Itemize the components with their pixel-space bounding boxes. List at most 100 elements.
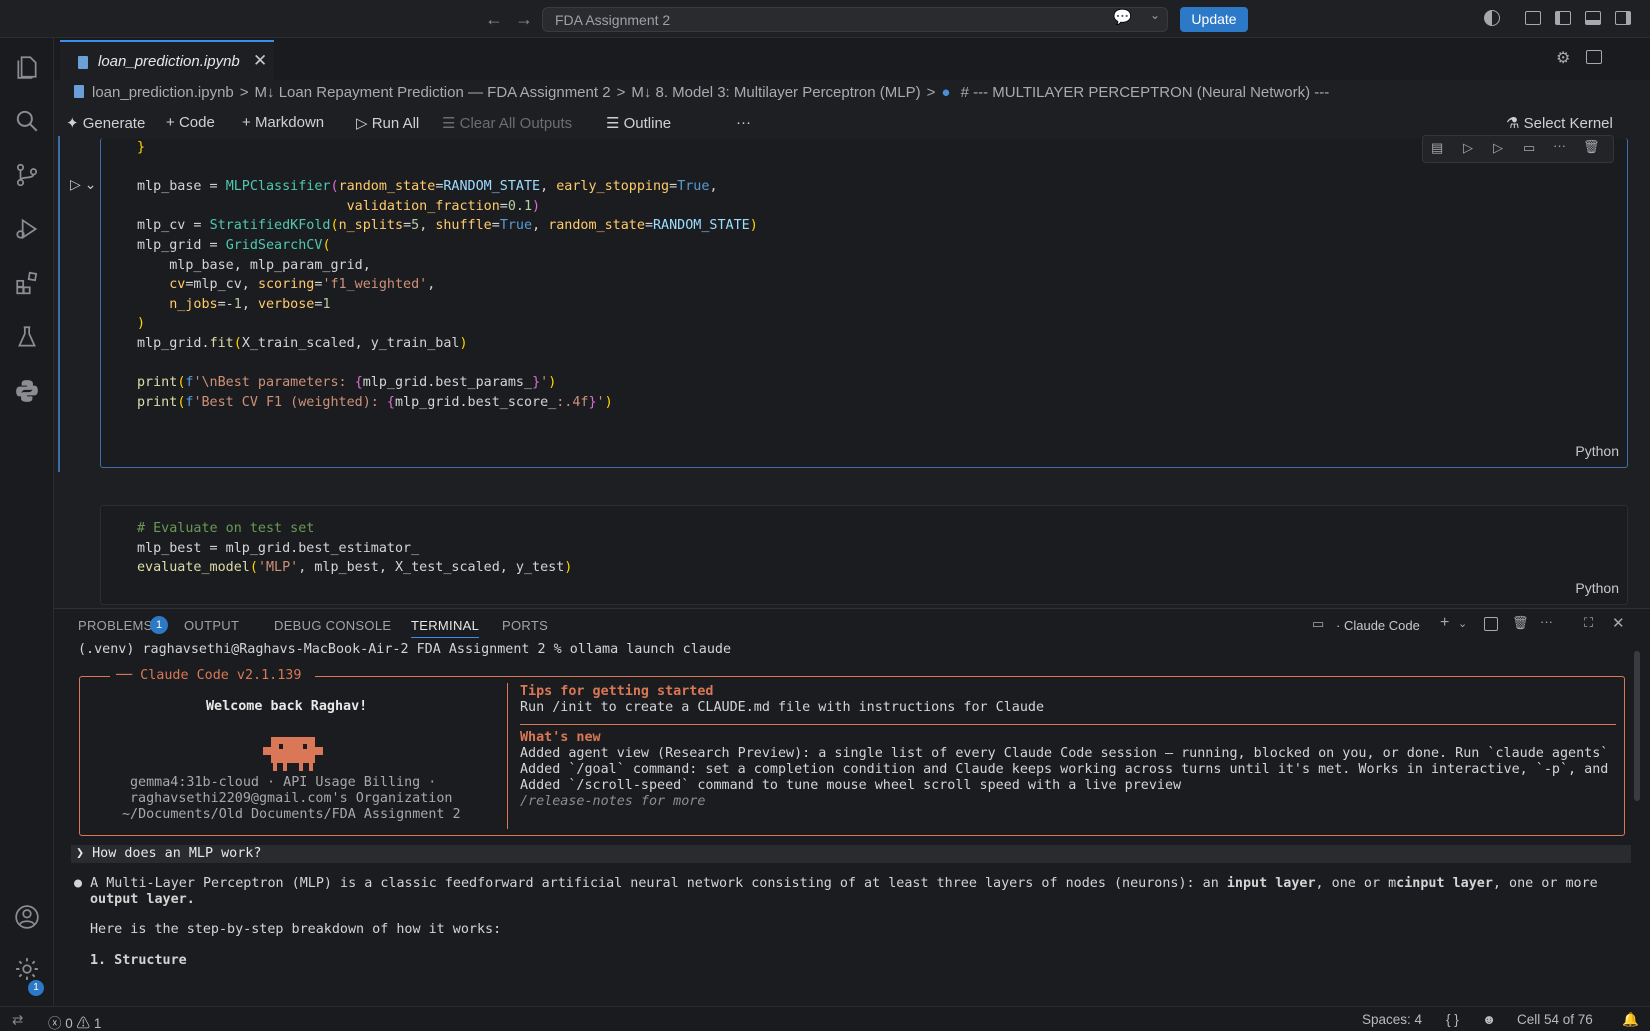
plus-icon: + — [242, 114, 251, 131]
tab-debug-console[interactable]: DEBUG CONSOLE — [274, 618, 391, 633]
notebook-file-icon — [74, 85, 84, 98]
tab-terminal[interactable]: TERMINAL — [411, 618, 480, 638]
update-button[interactable]: Update — [1180, 7, 1248, 32]
search-icon[interactable] — [14, 108, 40, 134]
breadcrumb-item[interactable]: loan_prediction.ipynb — [92, 84, 234, 101]
language-braces-icon[interactable]: { } — [1446, 1012, 1459, 1027]
account-model: gemma4:31b-cloud · API Usage Billing · — [130, 775, 437, 790]
outline-button[interactable]: ☰ Outline — [606, 114, 671, 132]
gear-icon[interactable]: ⚙ — [1556, 48, 1570, 68]
python-icon[interactable] — [14, 378, 40, 404]
list-icon: ☰ — [606, 115, 620, 132]
run-above-icon[interactable]: ▤ — [1431, 140, 1443, 156]
tab-ports[interactable]: PORTS — [502, 618, 548, 633]
answer-line: output layer. — [90, 892, 195, 907]
terminal-output[interactable]: (.venv) raghavsethi@Raghavs-MacBook-Air-… — [54, 641, 1650, 1007]
more-actions-button[interactable]: ··· — [736, 114, 751, 131]
toggle-panel-icon[interactable] — [1585, 11, 1601, 25]
delete-cell-icon[interactable]: 🗑 — [1583, 139, 1600, 155]
forward-arrow-icon[interactable]: → — [515, 9, 533, 30]
explorer-icon[interactable] — [14, 54, 40, 80]
layout-customize-icon[interactable] — [1525, 11, 1541, 25]
remote-icon[interactable]: ⇄ — [12, 1012, 23, 1028]
sparkle-icon: ✦ — [66, 115, 79, 132]
cell-focus-indicator — [58, 136, 60, 472]
breadcrumb-item[interactable]: # --- MULTILAYER PERCEPTRON (Neural Netw… — [961, 84, 1330, 101]
run-cell-button[interactable]: ▷ ⌄ — [70, 176, 96, 193]
generate-button[interactable]: ✦ Generate — [66, 114, 145, 132]
notebook-editor: loan_prediction.ipynb ✕ ⚙ loan_predictio… — [54, 38, 1650, 608]
extensions-icon[interactable] — [14, 270, 40, 296]
play-icon: ▷ — [356, 115, 368, 132]
tips-title: Tips for getting started — [520, 684, 714, 699]
activity-bar: 1 — [0, 38, 54, 1006]
split-terminal-icon[interactable] — [1484, 617, 1498, 631]
copilot-icon[interactable]: ☻ — [1482, 1012, 1496, 1027]
code-editor[interactable]: # Evaluate on test set mlp_best = mlp_gr… — [137, 519, 572, 578]
add-markdown-button[interactable]: + Markdown — [242, 114, 324, 131]
answer-line: ● A Multi-Layer Perceptron (MLP) is a cl… — [74, 876, 1598, 891]
terminal-scrollbar[interactable] — [1634, 651, 1640, 801]
warning-icon: ⚠ — [76, 1016, 91, 1031]
box-divider — [507, 683, 508, 829]
kill-terminal-icon[interactable]: 🗑 — [1512, 615, 1529, 631]
problems-status[interactable]: ⓧ 0 ⚠ 1 — [48, 1012, 101, 1031]
notebook-file-icon — [78, 56, 88, 69]
terminal-command-line: (.venv) raghavsethi@Raghavs-MacBook-Air-… — [78, 642, 732, 657]
close-panel-icon[interactable]: ✕ — [1612, 614, 1625, 632]
code-cell[interactable]: } mlp_base = MLPClassifier(random_state=… — [100, 138, 1628, 468]
tab-label: loan_prediction.ipynb — [98, 53, 240, 70]
toggle-sidebar-icon[interactable] — [1555, 11, 1571, 25]
tab-output[interactable]: OUTPUT — [184, 618, 239, 633]
maximize-panel-icon[interactable]: ⛶ — [1584, 615, 1593, 631]
indentation-status[interactable]: Spaces: 4 — [1362, 1012, 1422, 1027]
new-terminal-icon[interactable]: + — [1440, 614, 1449, 632]
cell-language-label[interactable]: Python — [1575, 443, 1619, 459]
clear-outputs-button[interactable]: ☰ Clear All Outputs — [442, 114, 572, 132]
close-icon[interactable]: ✕ — [253, 51, 267, 71]
toggle-secondary-sidebar-icon[interactable] — [1615, 11, 1631, 25]
execute-above-icon[interactable]: ▷ — [1463, 140, 1473, 156]
settings-gear-icon[interactable] — [14, 956, 40, 982]
breadcrumb: loan_prediction.ipynb > M↓ Loan Repayment … — [74, 84, 1335, 104]
box-separator — [520, 724, 1616, 725]
search-text: FDA Assignment 2 — [555, 12, 671, 28]
cell-language-label[interactable]: Python — [1575, 580, 1619, 596]
account-path: ~/Documents/Old Documents/FDA Assignment… — [122, 807, 461, 822]
notifications-bell-icon[interactable]: 🔔 — [1622, 1012, 1639, 1028]
answer-heading: 1. Structure — [90, 953, 187, 968]
more-icon[interactable]: ··· — [1553, 138, 1566, 153]
more-icon[interactable]: ··· — [1540, 614, 1553, 629]
python-icon: ● — [941, 84, 951, 101]
testing-flask-icon[interactable] — [14, 324, 40, 350]
run-all-button[interactable]: ▷ Run All — [356, 114, 419, 132]
command-center-search[interactable]: FDA Assignment 2 — [542, 7, 1168, 32]
code-cell[interactable]: # Evaluate on test set mlp_best = mlp_gr… — [100, 505, 1628, 605]
tab-loan-prediction[interactable]: loan_prediction.ipynb ✕ — [60, 40, 274, 80]
execute-below-icon[interactable]: ▷ — [1493, 140, 1503, 156]
flask-icon: ⚗ — [1506, 115, 1520, 132]
panel-tabs: PROBLEMS 1 OUTPUT DEBUG CONSOLE TERMINAL… — [54, 609, 1650, 638]
cell-toolbar: ▤ ▷ ▷ ▭ ··· 🗑 — [1422, 135, 1614, 163]
chevron-down-icon[interactable]: ⌄ — [1150, 8, 1160, 22]
add-code-button[interactable]: + Code — [166, 114, 215, 131]
chevron-down-icon[interactable]: ⌄ — [1458, 617, 1467, 630]
account-icon[interactable] — [14, 904, 40, 930]
select-kernel-button[interactable]: ⚗ Select Kernel — [1506, 114, 1613, 132]
run-debug-icon[interactable] — [14, 216, 40, 242]
source-control-icon[interactable] — [14, 162, 40, 188]
back-arrow-icon[interactable]: ← — [485, 9, 503, 30]
terminal-name[interactable]: · Claude Code — [1336, 618, 1420, 633]
breadcrumb-item[interactable]: M↓ Loan Repayment Prediction — FDA Assig… — [255, 84, 611, 101]
split-editor-icon[interactable] — [1586, 50, 1602, 64]
breadcrumb-item[interactable]: M↓ 8. Model 3: Multilayer Perceptron (ML… — [631, 84, 920, 101]
tab-problems[interactable]: PROBLEMS — [78, 618, 153, 633]
whats-new-item: Added `/scroll-speed` command to tune mo… — [520, 778, 1182, 793]
cell-position-status[interactable]: Cell 54 of 76 — [1517, 1012, 1593, 1027]
code-editor[interactable]: } mlp_base = MLPClassifier(random_state=… — [137, 138, 758, 412]
breadcrumb-separator: > — [616, 84, 626, 101]
title-bar: ← → FDA Assignment 2 💬 ⌄ Update — [0, 0, 1650, 38]
theme-toggle-icon[interactable] — [1484, 10, 1500, 26]
chat-icon[interactable]: 💬 — [1113, 8, 1132, 26]
split-cell-icon[interactable]: ▭ — [1523, 140, 1535, 156]
